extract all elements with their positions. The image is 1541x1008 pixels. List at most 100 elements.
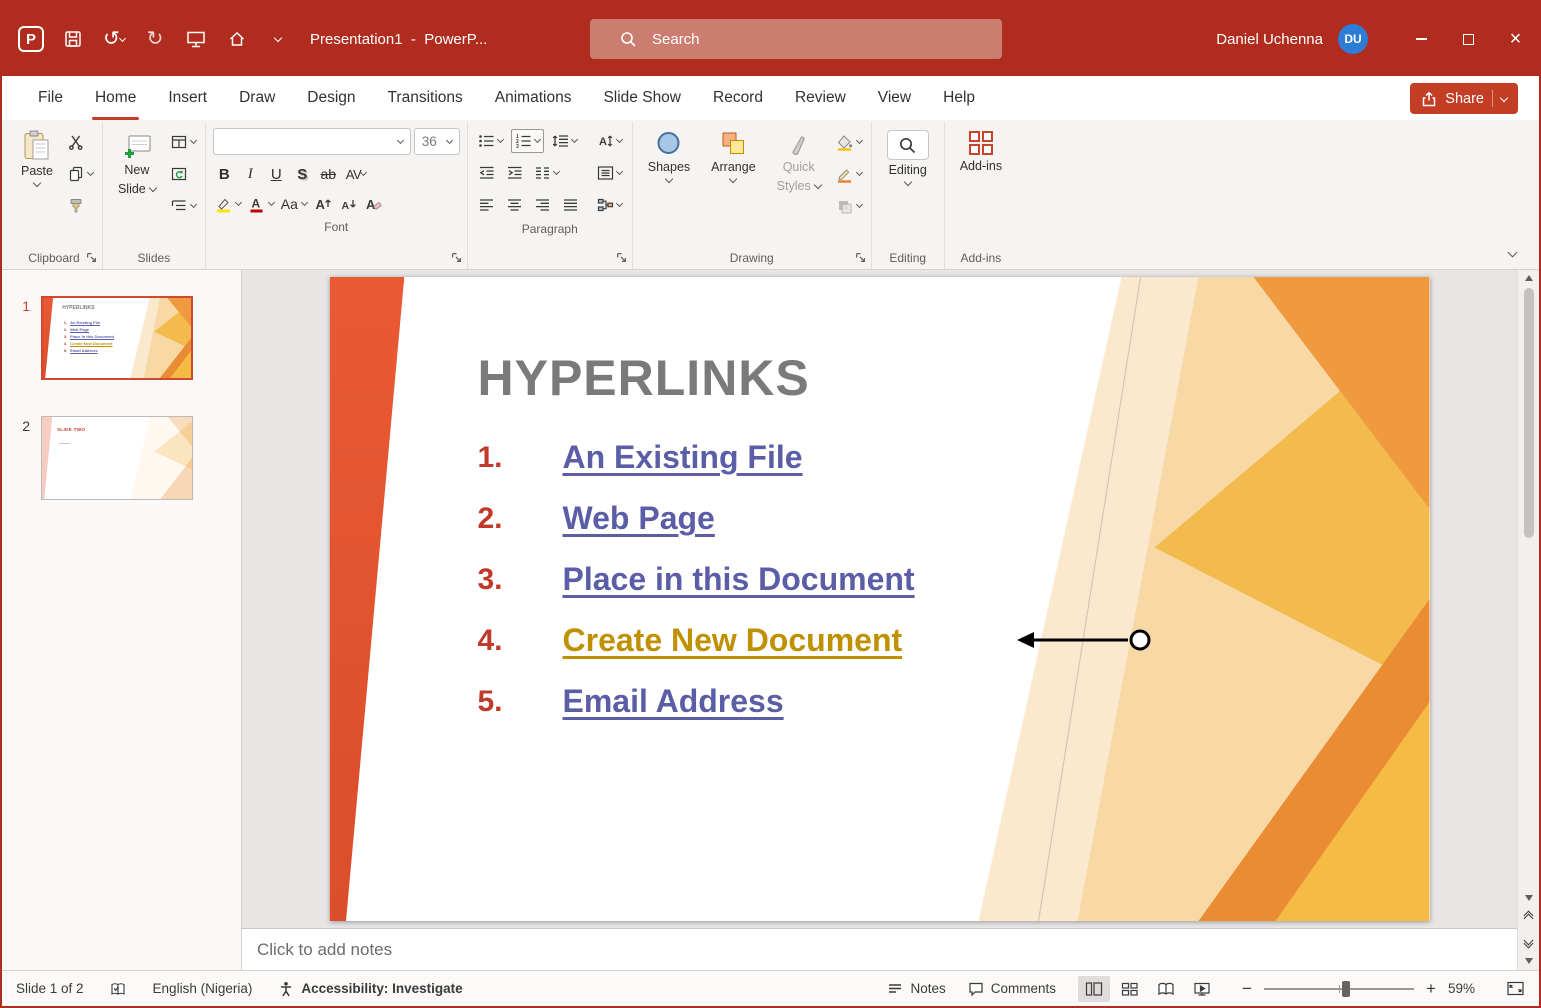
redo-button[interactable]: ↻: [143, 26, 167, 52]
share-button[interactable]: Share: [1410, 83, 1518, 114]
scroll-down-icon[interactable]: [1525, 895, 1533, 901]
line-spacing-chevron-icon[interactable]: [571, 136, 578, 143]
hyperlink-place-in-document[interactable]: Place in this Document: [563, 561, 915, 598]
text-highlight-button[interactable]: [213, 193, 243, 215]
drawing-dialog-launcher[interactable]: [853, 250, 868, 265]
copy-chevron-icon[interactable]: [87, 169, 94, 176]
clear-formatting-button[interactable]: A: [362, 193, 384, 215]
tab-file[interactable]: File: [22, 76, 79, 120]
strikethrough-button[interactable]: ab: [317, 161, 340, 187]
font-size-chevron-icon[interactable]: [446, 136, 453, 143]
columns-button[interactable]: [531, 161, 562, 185]
align-text-chevron-icon[interactable]: [616, 168, 623, 175]
character-spacing-chevron-icon[interactable]: [360, 169, 367, 176]
zoom-in-button[interactable]: +: [1424, 979, 1438, 999]
tab-view[interactable]: View: [862, 76, 927, 120]
hyperlink-web-page[interactable]: Web Page: [563, 500, 715, 537]
quick-styles-chevron-icon[interactable]: [813, 181, 821, 189]
shape-effects-button[interactable]: [834, 195, 864, 217]
slide-title-textbox[interactable]: HYPERLINKS: [478, 349, 810, 407]
align-left-button[interactable]: [475, 193, 498, 217]
slide-editing-surface[interactable]: HYPERLINKS 1. An Existing File 2. Web Pa…: [330, 277, 1430, 921]
normal-view-button[interactable]: [1078, 976, 1110, 1002]
hyperlink-create-new-document[interactable]: Create New Document: [563, 622, 903, 659]
home-shortcut-button[interactable]: [225, 26, 249, 52]
share-chevron-icon[interactable]: [1500, 93, 1508, 101]
numbering-chevron-icon[interactable]: [534, 136, 541, 143]
account-name[interactable]: Daniel Uchenna: [1216, 31, 1323, 48]
comments-toggle-button[interactable]: Comments: [968, 981, 1056, 997]
align-center-button[interactable]: [503, 193, 526, 217]
section-button[interactable]: [169, 195, 198, 217]
paste-chevron-icon[interactable]: [33, 178, 41, 186]
maximize-button[interactable]: [1445, 2, 1492, 76]
undo-button[interactable]: ↺: [102, 26, 126, 52]
zoom-out-button[interactable]: −: [1240, 979, 1254, 999]
numbering-button[interactable]: 123: [511, 129, 544, 153]
addins-button[interactable]: Add-ins: [952, 124, 1010, 175]
tab-home[interactable]: Home: [79, 76, 152, 120]
layout-chevron-icon[interactable]: [190, 137, 197, 144]
collapse-ribbon-button[interactable]: [1501, 243, 1523, 261]
tab-review[interactable]: Review: [779, 76, 862, 120]
powerpoint-logo-icon[interactable]: P: [18, 26, 44, 52]
reading-view-button[interactable]: [1150, 976, 1182, 1002]
change-case-button[interactable]: Aa: [279, 193, 309, 215]
zoom-percentage[interactable]: 59%: [1448, 981, 1484, 996]
save-button[interactable]: [61, 26, 85, 52]
shape-outline-button[interactable]: [834, 163, 864, 185]
font-dialog-launcher[interactable]: [449, 250, 464, 265]
new-slide-button[interactable]: New Slide: [110, 124, 164, 197]
editing-chevron-icon[interactable]: [903, 177, 911, 185]
paste-button[interactable]: Paste: [13, 124, 61, 186]
zoom-slider-handle[interactable]: [1342, 981, 1350, 997]
font-name-chevron-icon[interactable]: [397, 136, 404, 143]
shape-outline-chevron-icon[interactable]: [856, 169, 863, 176]
text-highlight-chevron-icon[interactable]: [235, 199, 242, 206]
bold-button[interactable]: B: [213, 161, 236, 187]
shape-effects-chevron-icon[interactable]: [856, 201, 863, 208]
scrollbar-thumb[interactable]: [1524, 288, 1534, 538]
zoom-slider[interactable]: [1264, 988, 1414, 990]
start-slideshow-button[interactable]: [184, 26, 208, 52]
increase-font-size-button[interactable]: A: [312, 193, 334, 215]
increase-indent-button[interactable]: [503, 161, 526, 185]
line-spacing-button[interactable]: [549, 129, 580, 153]
next-slide-button[interactable]: [1525, 933, 1532, 951]
text-shadow-button[interactable]: S: [291, 161, 314, 187]
format-painter-button[interactable]: [66, 195, 95, 217]
fit-slide-to-window-button[interactable]: [1506, 980, 1525, 997]
tab-design[interactable]: Design: [291, 76, 371, 120]
shapes-chevron-icon[interactable]: [665, 174, 673, 182]
paragraph-dialog-launcher[interactable]: [614, 250, 629, 265]
reset-button[interactable]: [169, 163, 198, 185]
underline-button[interactable]: U: [265, 161, 288, 187]
slide-sorter-view-button[interactable]: [1114, 976, 1146, 1002]
convert-to-smartart-button[interactable]: [594, 193, 625, 217]
arrange-chevron-icon[interactable]: [729, 174, 737, 182]
tab-slide-show[interactable]: Slide Show: [587, 76, 697, 120]
hyperlink-email-address[interactable]: Email Address: [563, 683, 784, 720]
notes-scroll-down-icon[interactable]: [1525, 958, 1533, 964]
italic-button[interactable]: I: [239, 161, 262, 187]
smartart-chevron-icon[interactable]: [616, 200, 623, 207]
minimize-button[interactable]: [1398, 2, 1445, 76]
hyperlink-existing-file[interactable]: An Existing File: [563, 439, 803, 476]
scroll-up-icon[interactable]: [1525, 275, 1533, 281]
vertical-scrollbar[interactable]: [1517, 270, 1539, 970]
shape-fill-chevron-icon[interactable]: [856, 137, 863, 144]
accessibility-button[interactable]: Accessibility: Investigate: [278, 981, 462, 997]
columns-chevron-icon[interactable]: [553, 168, 560, 175]
text-direction-button[interactable]: A: [594, 129, 625, 153]
tab-animations[interactable]: Animations: [479, 76, 588, 120]
character-spacing-button[interactable]: AV: [343, 161, 369, 187]
tab-draw[interactable]: Draw: [223, 76, 291, 120]
justify-button[interactable]: [559, 193, 582, 217]
shape-fill-button[interactable]: [834, 131, 864, 153]
tab-help[interactable]: Help: [927, 76, 991, 120]
slide-2-thumbnail[interactable]: SLIDE TWO: [41, 416, 193, 500]
notes-pane[interactable]: Click to add notes: [242, 928, 1517, 970]
align-right-button[interactable]: [531, 193, 554, 217]
font-name-combobox[interactable]: [213, 128, 411, 155]
arrow-annotation[interactable]: [1015, 627, 1155, 658]
